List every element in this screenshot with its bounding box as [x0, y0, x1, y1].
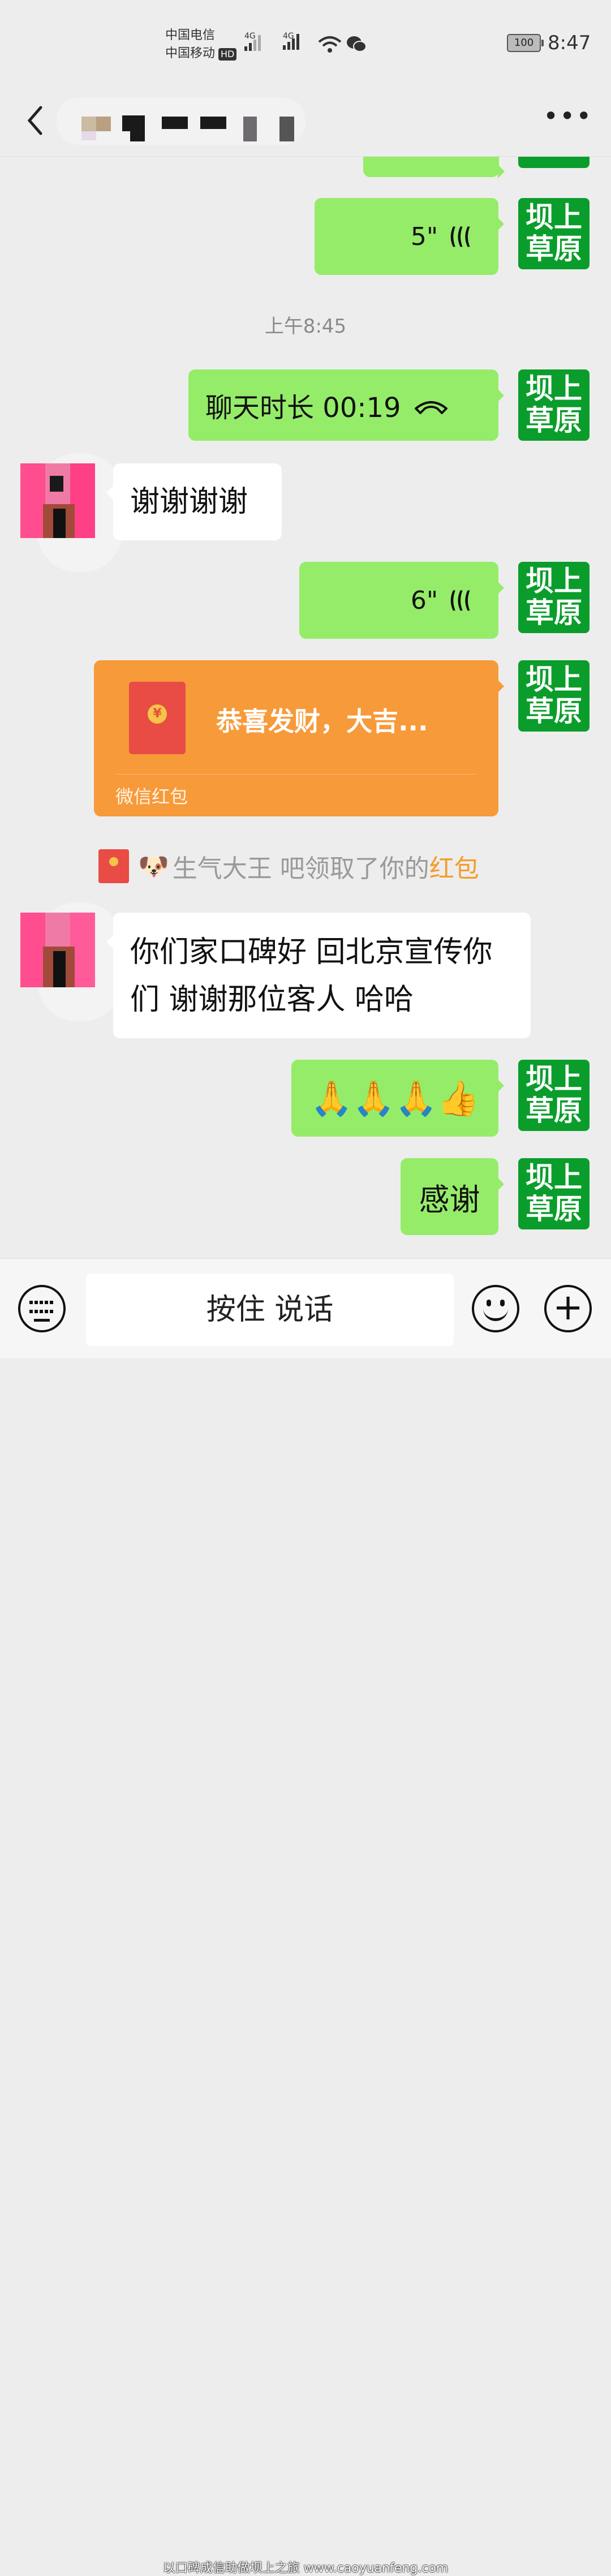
carrier-label: 中国移动 HD — [165, 45, 237, 62]
my-avatar[interactable]: 坝上 草原 — [518, 660, 590, 732]
signal-icon: 4G — [283, 32, 299, 50]
red-packet-icon — [98, 849, 129, 883]
status-bar: 中国电信 中国移动 HD 4G 4G 100 8:47 — [0, 0, 611, 85]
phone-hangup-icon — [414, 401, 448, 414]
contact-message[interactable]: 你们家口碑好 回北京宣传你们 谢谢那位客人 哈哈 — [106, 913, 531, 1038]
voice-message[interactable]: 5" ((( — [315, 198, 504, 275]
voice-wave-icon: ((( — [449, 223, 471, 250]
watermark: 以口碑成信助做坝上之旅 www.caoyuanfeng.com — [162, 2561, 449, 2575]
text-message[interactable]: 感谢 — [401, 1158, 504, 1235]
keyboard-icon[interactable] — [18, 1285, 66, 1332]
chat-header: ••• — [0, 85, 611, 157]
wechat-icon — [347, 36, 367, 52]
chevron-left-icon[interactable] — [23, 101, 57, 140]
input-bar: 按住 说话 + 以口碑成信助做坝上之旅 www.caoyuanfeng.com — [0, 1258, 611, 2575]
red-packet-message[interactable]: ¥ 恭喜发财，大吉... 微信红包 — [94, 660, 504, 816]
my-avatar[interactable]: 坝上 草原 — [518, 562, 590, 633]
red-packet-title: 恭喜发财，大吉... — [216, 706, 428, 737]
hd-badge: HD — [218, 48, 237, 61]
message-list[interactable]: 5" ((( 坝上 草原 上午8:45 聊天时长 00:19 坝上 草原 谢谢谢… — [0, 157, 611, 1258]
my-avatar[interactable]: 坝上 草原 — [518, 1060, 590, 1131]
my-avatar[interactable]: 坝上 草原 — [518, 198, 590, 269]
more-dots-icon[interactable]: ••• — [543, 103, 591, 130]
voice-wave-icon: ((( — [449, 587, 471, 613]
emoji-icon[interactable] — [472, 1285, 519, 1332]
battery-icon: 100 — [507, 34, 544, 52]
my-avatar[interactable]: 坝上 草原 — [518, 369, 590, 441]
hold-to-talk-button[interactable]: 按住 说话 — [86, 1274, 454, 1346]
system-message: 🐶 生气大王 吧领取了你的 红包 — [98, 848, 479, 884]
contact-message[interactable]: 谢谢谢谢 — [106, 463, 282, 540]
contact-avatar[interactable] — [20, 902, 122, 1021]
message-timestamp: 上午8:45 — [264, 315, 347, 338]
message-bubble-partial[interactable] — [363, 157, 505, 178]
my-avatar[interactable]: 坝上 草原 — [518, 1158, 590, 1229]
status-time: 8:47 — [548, 32, 591, 54]
red-envelope-icon: ¥ — [129, 682, 186, 754]
voice-message[interactable]: 6" ((( — [299, 562, 504, 639]
emoji-message[interactable]: 🙏🙏🙏👍 — [291, 1060, 504, 1137]
red-packet-link[interactable]: 红包 — [429, 848, 479, 884]
signal-icon: 4G — [244, 32, 261, 51]
my-avatar[interactable] — [518, 157, 590, 168]
call-record-message[interactable]: 聊天时长 00:19 — [188, 369, 504, 441]
carrier-label: 中国电信 — [165, 28, 216, 42]
wifi-icon — [318, 36, 342, 53]
red-packet-label: 微信红包 — [115, 786, 188, 807]
chat-title — [57, 97, 306, 145]
plus-icon[interactable]: + — [544, 1285, 592, 1332]
dog-emoji-icon: 🐶 — [138, 852, 169, 881]
contact-avatar[interactable] — [20, 453, 122, 572]
